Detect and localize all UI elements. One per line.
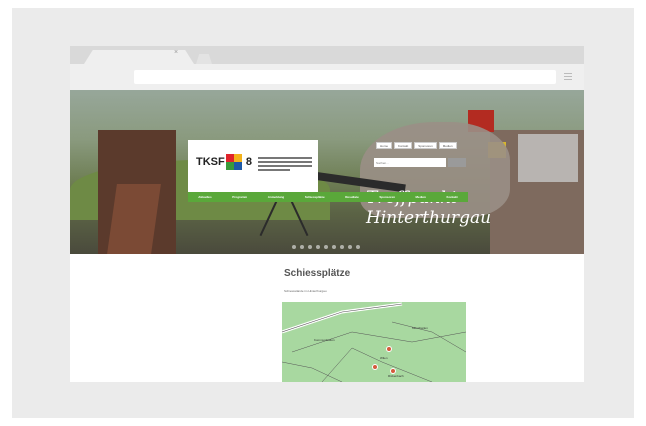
logo-text: TKSF 28 — [196, 156, 253, 168]
light-panel — [518, 134, 578, 182]
map-label: Rickenbach — [388, 374, 404, 378]
nav-item[interactable]: Sponsoren — [379, 195, 395, 199]
logo-subtitle — [258, 157, 312, 173]
slider-dot[interactable] — [340, 245, 344, 249]
main-content: Schiessplätze Schiessstände im Hinterthu… — [70, 254, 584, 382]
nav-item[interactable]: Resultate — [345, 195, 359, 199]
nav-item[interactable]: Kontakt — [446, 195, 457, 199]
page-subtitle: Schiessstände im Hinterthurgau — [284, 289, 327, 293]
map-label: Wilen — [380, 356, 388, 360]
top-link[interactable]: Medien — [438, 142, 457, 149]
page-title: Schiessplätze — [284, 268, 351, 279]
slider-dot[interactable] — [308, 245, 312, 249]
slider-dot[interactable] — [292, 245, 296, 249]
top-link[interactable]: Home — [376, 142, 393, 149]
slider-dot[interactable] — [324, 245, 328, 249]
map-label: Kommunikation — [314, 338, 335, 342]
site-logo[interactable]: TKSF 28 — [188, 140, 318, 192]
nav-item[interactable]: Schiessplätze — [305, 195, 325, 199]
nav-item[interactable]: Programm — [232, 195, 247, 199]
slider-dot[interactable] — [356, 245, 360, 249]
top-link[interactable]: Kontakt — [394, 142, 413, 149]
slider-dot[interactable] — [300, 245, 304, 249]
slider-dots[interactable] — [292, 245, 360, 249]
map-roads — [282, 302, 466, 382]
slider-dot[interactable] — [332, 245, 336, 249]
top-links: Home Kontakt Sponsoren Medien — [376, 142, 457, 149]
search-button[interactable] — [448, 158, 466, 167]
browser-window: × Treffpunkt Hinterthurgau — [70, 46, 584, 382]
close-icon[interactable]: × — [174, 49, 178, 56]
address-bar[interactable] — [134, 70, 556, 84]
tab-strip: × — [70, 46, 584, 64]
main-nav: Aktuelles Programm Anmeldung Schiessplät… — [188, 192, 468, 202]
logo-cube-icon — [226, 154, 242, 170]
hero-tagline-line2: Hinterthurgau — [366, 208, 492, 228]
map-label: Münchwilen — [412, 326, 428, 330]
location-map[interactable]: Kommunikation Münchwilen Wilen Rickenbac… — [282, 302, 466, 382]
slider-dot[interactable] — [316, 245, 320, 249]
hero-banner: Treffpunkt Hinterthurgau TKSF 28 — [70, 90, 584, 254]
nav-item[interactable]: Aktuelles — [198, 195, 211, 199]
toolbar — [70, 64, 584, 90]
menu-icon[interactable] — [564, 73, 572, 81]
slider-dot[interactable] — [348, 245, 352, 249]
map-pin-icon[interactable] — [390, 368, 396, 374]
nav-item[interactable]: Anmeldung — [268, 195, 285, 199]
search-input[interactable] — [374, 158, 446, 167]
new-tab-button[interactable] — [196, 54, 212, 64]
map-pin-icon[interactable] — [372, 364, 378, 370]
top-link[interactable]: Sponsoren — [414, 142, 437, 149]
nav-item[interactable]: Medien — [416, 195, 426, 199]
map-pin-icon[interactable] — [386, 346, 392, 352]
